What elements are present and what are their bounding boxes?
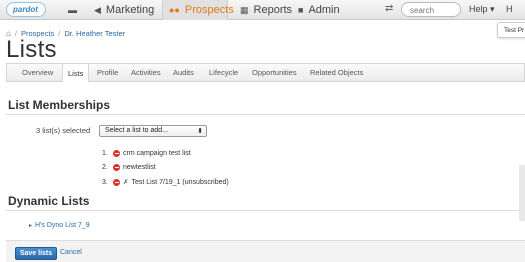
- select-value: Select a list to add...: [105, 127, 169, 134]
- list-number: 1.: [102, 149, 108, 157]
- tab-bar: Overview Lists Profile Activities Audits…: [6, 63, 525, 82]
- breadcrumb-prospect-name[interactable]: Dr. Heather Tester: [64, 29, 125, 38]
- list-name: Test List 7/19_1 (unsubscribed): [131, 178, 229, 186]
- tab-opportunities[interactable]: Opportunities: [247, 64, 302, 81]
- chevron-down-icon: ⬍: [197, 128, 203, 135]
- dynamic-list-name: H's Dyno List 7_9: [35, 222, 90, 229]
- tab-lists[interactable]: Lists: [62, 64, 90, 82]
- user-menu[interactable]: H: [506, 4, 513, 14]
- list-item: 1. crm campaign test list: [102, 146, 229, 161]
- tab-related-objects[interactable]: Related Objects: [305, 64, 368, 81]
- megaphone-icon: ◀: [94, 4, 101, 15]
- remove-icon[interactable]: [113, 149, 120, 157]
- list-item: 2. newtestlist: [102, 161, 229, 176]
- dynamic-lists-heading: Dynamic Lists: [8, 194, 90, 208]
- nav-label: Marketing: [105, 4, 155, 16]
- list-name: newtestlist: [123, 164, 156, 172]
- people-icon: ●●: [169, 5, 180, 15]
- lists-selected-count: 3 list(s) selected: [36, 126, 91, 135]
- shuffle-icon[interactable]: ⇄: [385, 3, 393, 14]
- tab-overview[interactable]: Overview: [17, 64, 58, 81]
- page-title: Lists: [6, 36, 57, 63]
- remove-icon[interactable]: [113, 178, 120, 186]
- list-memberships-heading: List Memberships: [8, 98, 111, 112]
- add-list-select[interactable]: Select a list to add... ⬍: [99, 125, 207, 137]
- nav-prospects[interactable]: ●● Prospects: [162, 0, 234, 20]
- form-footer: [6, 240, 525, 262]
- chart-icon: ▦: [240, 4, 249, 15]
- top-nav: pardot ▬ ◀ Marketing ●● Prospects ▦ Repo…: [0, 0, 525, 20]
- remove-icon[interactable]: [113, 164, 120, 172]
- breadcrumb-separator: /: [58, 29, 61, 38]
- nav-admin[interactable]: ■ Admin: [292, 0, 346, 20]
- tab-activities[interactable]: Activities: [126, 64, 166, 81]
- nav-label: Prospects: [184, 4, 234, 16]
- section-divider: [6, 114, 525, 115]
- nav-label: Reports: [253, 4, 293, 16]
- search-input[interactable]: [401, 2, 461, 17]
- tab-profile[interactable]: Profile: [92, 64, 123, 81]
- nav-folder[interactable]: ▬: [62, 0, 88, 20]
- list-number: 2.: [102, 164, 108, 172]
- cancel-link[interactable]: Cancel: [60, 249, 82, 256]
- pardot-logo[interactable]: pardot: [6, 2, 50, 18]
- section-divider: [6, 210, 525, 211]
- tab-audits[interactable]: Audits: [168, 64, 199, 81]
- test-prospect-box[interactable]: Test Pr: [497, 22, 525, 38]
- folder-icon: ▬: [68, 5, 77, 15]
- unsubscribed-x-icon: ✗: [123, 179, 129, 187]
- tab-lifecycle[interactable]: Lifecycle: [204, 64, 243, 81]
- list-item: 3. ✗ Test List 7/19_1 (unsubscribed): [102, 175, 229, 190]
- save-lists-button[interactable]: Save lists: [15, 247, 57, 260]
- nav-reports[interactable]: ▦ Reports: [234, 0, 298, 20]
- chevron-right-icon: ▸: [29, 223, 33, 229]
- scrollbar[interactable]: [519, 165, 525, 221]
- dynamic-list-item[interactable]: ▸ H's Dyno List 7_9: [29, 222, 90, 229]
- nav-label: Admin: [308, 4, 340, 16]
- logo-text: pardot: [13, 5, 38, 14]
- list-number: 3.: [102, 178, 108, 186]
- nav-marketing[interactable]: ◀ Marketing: [88, 0, 160, 20]
- list-name: crm campaign test list: [123, 149, 191, 157]
- briefcase-icon: ■: [298, 5, 304, 15]
- help-menu[interactable]: Help ▾: [469, 4, 495, 15]
- membership-list: 1. crm campaign test list 2. newtestlist…: [102, 146, 229, 190]
